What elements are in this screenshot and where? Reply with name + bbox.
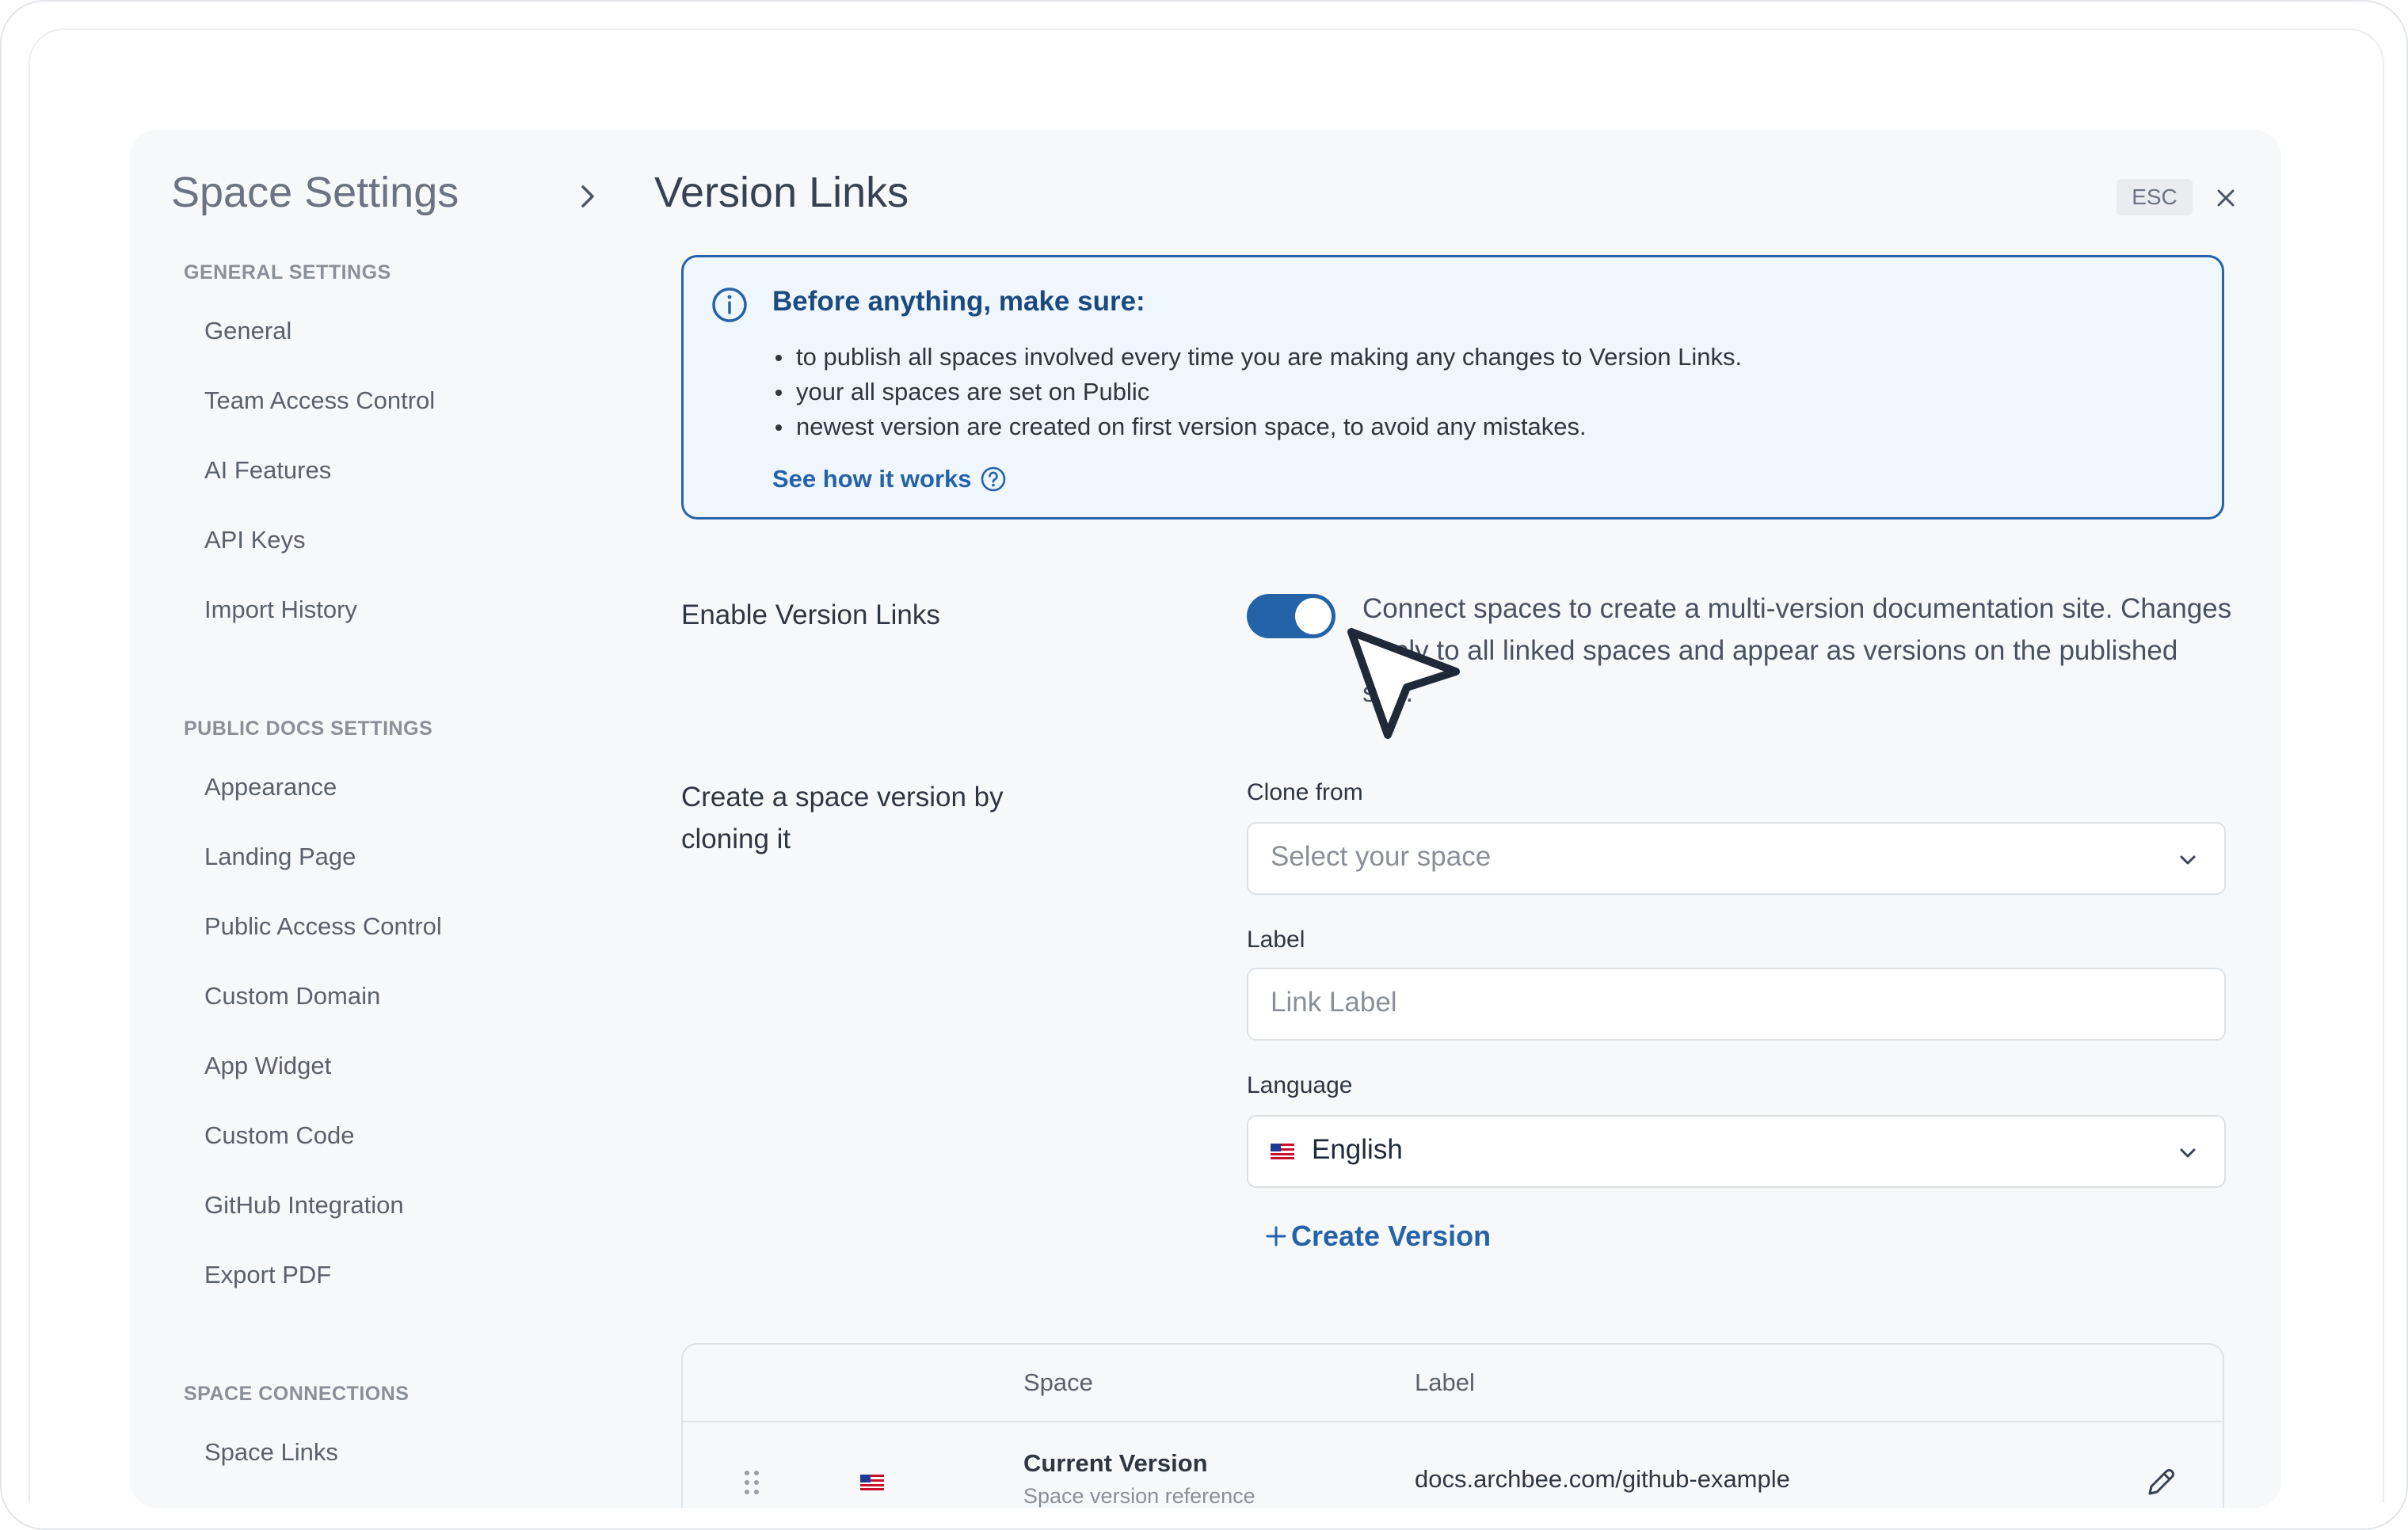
- column-header-space: Space: [1023, 1368, 1093, 1396]
- clone-section-label: Create a space version by cloning it: [681, 782, 1004, 854]
- sidebar-item-import-history[interactable]: Import History: [204, 596, 357, 624]
- column-header-label: Label: [1415, 1368, 1475, 1396]
- language-select[interactable]: English: [1247, 1115, 2226, 1188]
- chevron-down-icon: [2180, 1148, 2196, 1158]
- clone-from-label: Clone from: [1247, 779, 1363, 805]
- link-label-input[interactable]: Link Label: [1247, 968, 2226, 1041]
- row-space-name: Current Version: [1023, 1449, 1208, 1477]
- language-value: English: [1312, 1134, 1403, 1165]
- drag-handle-icon[interactable]: [740, 1468, 764, 1497]
- sidebar-title: Space Settings: [171, 169, 459, 216]
- esc-hint[interactable]: ESC: [2117, 179, 2193, 215]
- sidebar-item-team-access-control[interactable]: Team Access Control: [204, 386, 435, 415]
- sidebar-item-custom-code[interactable]: Custom Code: [204, 1121, 355, 1150]
- table-header-divider: [683, 1421, 2223, 1422]
- enable-version-links-toggle[interactable]: [1247, 594, 1335, 638]
- language-label: Language: [1247, 1072, 1353, 1098]
- clone-from-select[interactable]: Select your space: [1247, 822, 2226, 895]
- info-icon: [712, 287, 747, 322]
- enable-version-links-label: Enable Version Links: [681, 599, 940, 630]
- see-how-label: See how it works: [772, 465, 972, 493]
- pencil-icon[interactable]: [2143, 1465, 2178, 1500]
- notice-title: Before anything, make sure:: [772, 286, 1145, 317]
- chevron-right-icon[interactable]: [572, 181, 604, 212]
- settings-modal: Space Settings GENERAL SETTINGS General …: [130, 130, 2281, 1508]
- create-version-button[interactable]: Create Version: [1264, 1220, 1491, 1253]
- close-icon[interactable]: [2212, 184, 2240, 212]
- notice-bullet: newest version are created on first vers…: [771, 409, 1742, 444]
- section-public-docs-settings: PUBLIC DOCS SETTINGS: [184, 717, 433, 740]
- sidebar-item-export-pdf[interactable]: Export PDF: [204, 1261, 331, 1289]
- notice-box: Before anything, make sure: to publish a…: [681, 255, 2224, 520]
- sidebar-item-space-links[interactable]: Space Links: [204, 1438, 338, 1467]
- link-label-placeholder: Link Label: [1271, 987, 1397, 1018]
- row-label-url: docs.archbee.com/github-example: [1415, 1465, 1790, 1493]
- label-field-label: Label: [1247, 927, 1305, 953]
- page-title: Version Links: [654, 169, 909, 216]
- help-circle-icon: [981, 466, 1005, 492]
- notice-bullet: your all spaces are set on Public: [771, 375, 1742, 409]
- flag-us-icon: [860, 1475, 884, 1490]
- cursor-icon: [1347, 628, 1460, 739]
- section-general-settings: GENERAL SETTINGS: [184, 261, 391, 284]
- create-version-label: Create Version: [1291, 1220, 1492, 1252]
- enable-description: Connect spaces to create a multi-version…: [1362, 593, 2232, 708]
- device-frame: Space Settings GENERAL SETTINGS General …: [0, 0, 2408, 1530]
- toggle-knob: [1295, 598, 1332, 634]
- sidebar-item-landing-page[interactable]: Landing Page: [204, 843, 356, 871]
- chevron-down-icon: [2180, 855, 2196, 865]
- plus-icon: [1266, 1226, 1286, 1246]
- versions-table: Space Label Current Version Space versio…: [681, 1343, 2224, 1508]
- notice-list: to publish all spaces involved every tim…: [771, 340, 1742, 444]
- sidebar-item-ai-features[interactable]: AI Features: [204, 456, 331, 485]
- notice-bullet: to publish all spaces involved every tim…: [771, 340, 1742, 375]
- flag-us-icon: [1271, 1144, 1294, 1159]
- sidebar-item-custom-domain[interactable]: Custom Domain: [204, 982, 380, 1010]
- sidebar-item-general[interactable]: General: [204, 317, 291, 345]
- row-space-subtitle: Space version reference: [1023, 1484, 1255, 1508]
- sidebar-item-appearance[interactable]: Appearance: [204, 773, 337, 801]
- sidebar-item-app-widget[interactable]: App Widget: [204, 1052, 331, 1080]
- clone-from-placeholder: Select your space: [1271, 841, 1492, 872]
- see-how-it-works-link[interactable]: See how it works: [772, 465, 1007, 493]
- section-space-connections: SPACE CONNECTIONS: [184, 1383, 410, 1405]
- sidebar-item-public-access-control[interactable]: Public Access Control: [204, 912, 442, 941]
- sidebar-item-github-integration[interactable]: GitHub Integration: [204, 1191, 404, 1220]
- sidebar-item-api-keys[interactable]: API Keys: [204, 526, 306, 554]
